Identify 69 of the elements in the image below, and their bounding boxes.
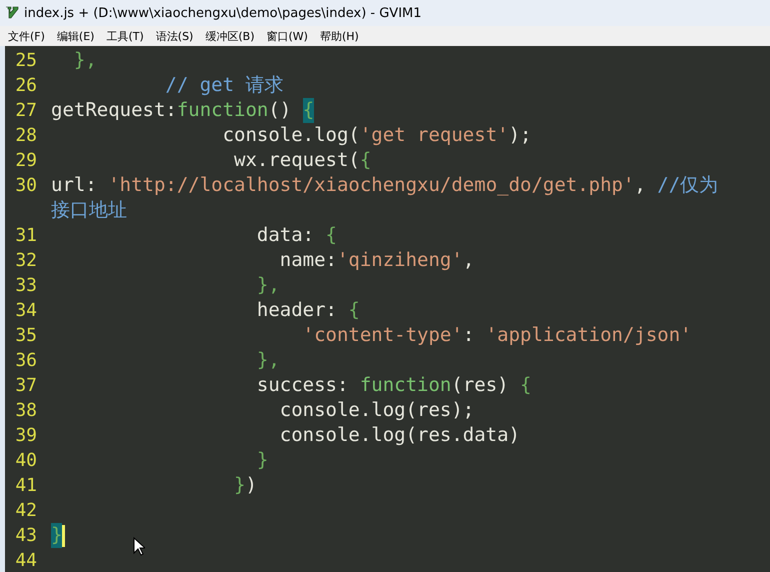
line-number: 38 [14, 399, 37, 423]
line-number: 26 [14, 74, 37, 98]
line-number: 39 [14, 424, 37, 448]
code-text: getRequest: [51, 98, 177, 123]
brace-text: { [348, 298, 360, 323]
menu-item[interactable]: 编辑(E) [50, 28, 100, 44]
brace-text: { [360, 148, 372, 173]
line-number: 31 [14, 224, 37, 248]
code-text: console.log( [222, 123, 360, 148]
menu-item[interactable]: 工具(T) [100, 28, 150, 44]
line-number: 37 [14, 374, 37, 398]
line-number: 36 [14, 349, 37, 373]
line-number: 34 [14, 299, 37, 323]
brace-text: { [520, 373, 532, 398]
string-text: 'content-type' [302, 323, 463, 348]
matched-brace: { [302, 98, 314, 123]
line-number: 25 [14, 49, 37, 73]
vim-logo-icon [4, 5, 20, 21]
string-text: 'qinziheng' [336, 248, 463, 273]
string-text: 'application/json' [486, 323, 692, 348]
line-number: 27 [14, 99, 37, 123]
keyword-text: function [176, 98, 268, 123]
comment-text: //仅为 [657, 173, 718, 198]
text-cursor [62, 524, 66, 546]
menu-item[interactable]: 窗口(W) [260, 28, 314, 44]
code-text: header: [256, 298, 338, 323]
brace-text: }, [256, 273, 280, 298]
code-text: console.log(res); [278, 398, 474, 423]
code-text: () [268, 98, 292, 123]
mouse-pointer-icon [133, 537, 145, 556]
code-text: ) [245, 473, 257, 498]
comment-text: 接口地址 [51, 198, 127, 223]
code-text: : [462, 323, 476, 348]
line-number: 43 [14, 524, 37, 548]
code-text: success: [256, 373, 350, 398]
code-text: , [462, 248, 474, 273]
code-text: wx.request( [233, 148, 360, 173]
line-number: 44 [14, 549, 37, 572]
brace-text: { [326, 223, 337, 248]
line-number: 30 [14, 174, 37, 198]
keyword-text: function [360, 373, 452, 398]
line-number: 29 [14, 149, 37, 173]
line-number: 41 [14, 474, 37, 498]
line-number: 28 [14, 124, 37, 148]
code-text: console.log(res.data) [278, 423, 520, 448]
menu-item[interactable]: 缓冲区(B) [199, 28, 260, 44]
brace-text: } [256, 448, 268, 473]
brace-text: }, [72, 48, 97, 73]
code-text: (res) [451, 373, 510, 398]
code-text: , [634, 173, 647, 198]
menu-item[interactable]: 语法(S) [150, 28, 200, 44]
matched-brace: } [51, 523, 62, 548]
code-text: ); [508, 123, 532, 148]
line-number: 35 [14, 324, 37, 348]
code-text: name: [278, 248, 337, 273]
brace-text: } [233, 473, 246, 498]
brace-text: }, [256, 348, 280, 373]
menu-item[interactable]: 帮助(H) [314, 28, 365, 44]
line-number: 42 [14, 499, 37, 523]
comment-text: // get 请求 [164, 73, 284, 98]
window-title: index.js + (D:\www\xiaochengxu\demo\pages\index) - GVIM1 [24, 6, 422, 20]
menu-item[interactable]: 文件(F) [2, 28, 51, 44]
line-number: 33 [14, 274, 37, 298]
line-number: 40 [14, 449, 37, 473]
string-text: 'get request' [360, 123, 509, 148]
code-text: url: [51, 173, 98, 198]
code-text: data: [256, 223, 316, 248]
string-text: 'http://localhost/xiaochengxu/demo_do/get.php' [108, 173, 634, 198]
line-number: 32 [14, 249, 37, 273]
